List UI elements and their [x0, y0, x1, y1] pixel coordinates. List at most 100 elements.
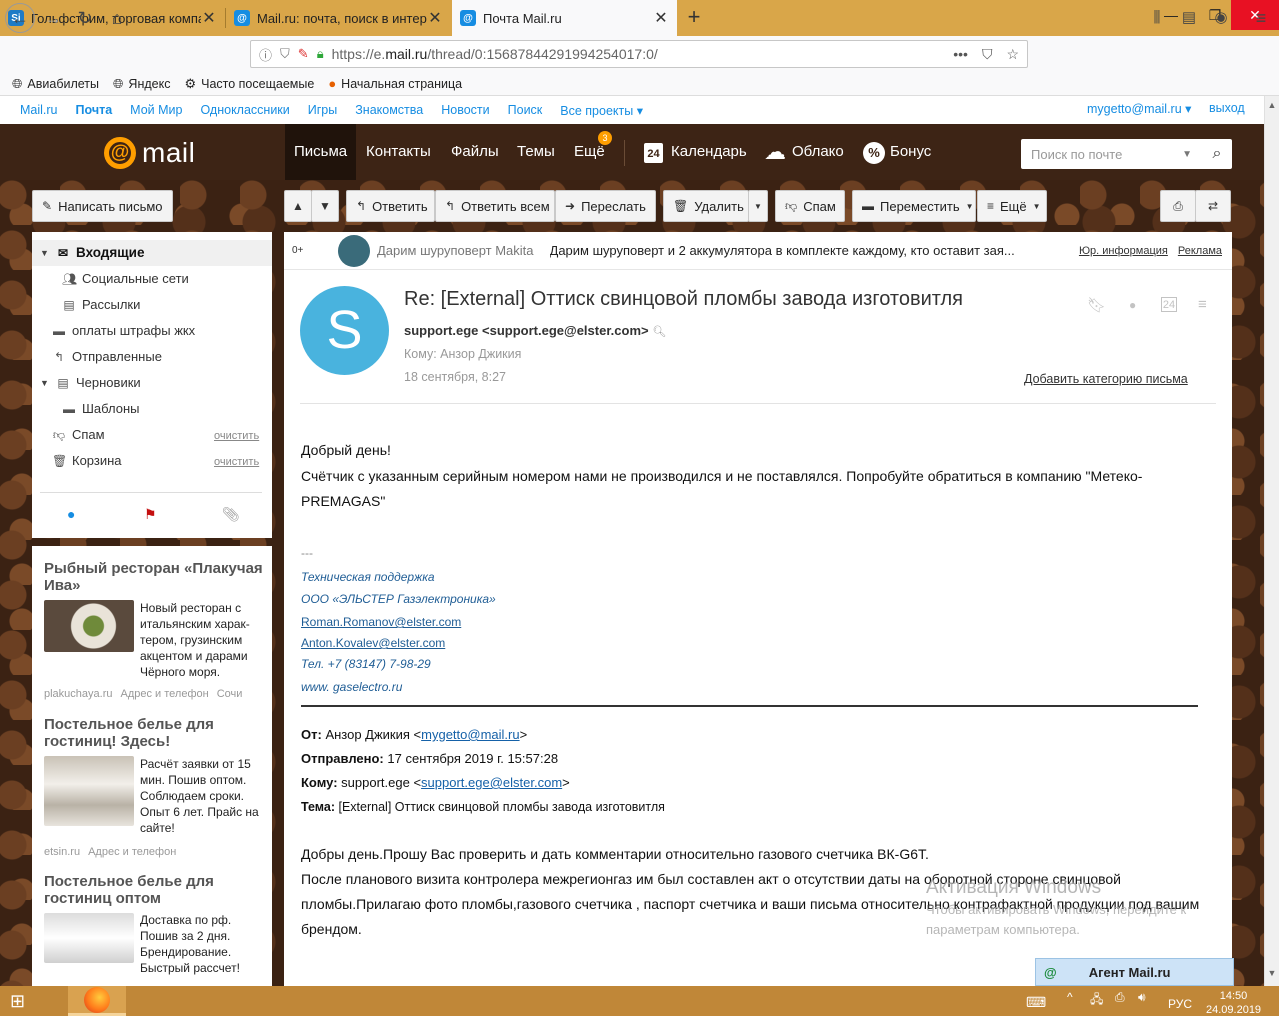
ad-title[interactable]: Постельное белье для гостиниц! Здесь! — [44, 716, 264, 750]
delete-dropdown[interactable]: ▼ — [748, 190, 768, 222]
folder-templates[interactable]: ▬ Шаблоны — [62, 396, 140, 422]
flag-bookmark-icon[interactable]: 🔖︎ — [1087, 296, 1106, 314]
mail-logo[interactable]: @ mail — [104, 135, 195, 171]
page-scrollbar[interactable]: ▲ ▼ — [1264, 96, 1279, 986]
bookmark-aviabilety[interactable]: 🌐︎ Авиабилеты — [12, 76, 99, 92]
message-menu-icon[interactable]: ≡ — [1198, 296, 1207, 313]
account-menu[interactable]: mygetto@mail.ru ▾ — [1087, 101, 1191, 116]
move-button[interactable]: ▬ Переместить ▼ — [852, 190, 976, 222]
forward-arrow-icon[interactable]: → — [38, 4, 68, 32]
reload-icon[interactable]: ↻ — [70, 4, 100, 32]
tracking-shield-icon[interactable]: ⛉ — [280, 46, 290, 62]
browser-tab-mail-active[interactable]: @ Почта Mail.ru ✕ — [452, 0, 677, 36]
ad-image-linen[interactable] — [44, 756, 134, 826]
taskbar-firefox-button[interactable] — [68, 986, 126, 1016]
portal-link-poisk[interactable]: Поиск — [508, 103, 543, 117]
calendar-event-icon[interactable]: 24 — [1161, 297, 1177, 312]
header-nav-files[interactable]: Файлы — [442, 124, 508, 180]
portal-link-moi-mir[interactable]: Мой Мир — [130, 103, 182, 117]
tray-expand-icon[interactable]: ^ — [1067, 990, 1073, 1004]
delete-button[interactable]: 🗑︎ Удалить — [663, 190, 749, 222]
bookmark-most-visited[interactable]: ⚙ Часто посещаемые — [184, 76, 314, 92]
magnifier-icon[interactable]: 🔍︎ — [652, 326, 666, 338]
message-from[interactable]: support.ege <support.ege@elster.com> 🔍︎ — [404, 323, 666, 338]
clear-spam-link[interactable]: очистить — [214, 430, 259, 442]
read-status-dot-icon[interactable]: ● — [1129, 298, 1136, 312]
ad-text[interactable]: Доставка по рф. Пошив за 2 дня. Брендиро… — [140, 912, 266, 976]
close-icon[interactable]: ✕ — [201, 8, 217, 28]
close-icon[interactable]: ✕ — [653, 8, 669, 28]
attachment-filter-paperclip-icon[interactable]: 📎︎ — [222, 506, 240, 523]
compose-button[interactable]: ✎ Написать письмо — [32, 190, 173, 222]
close-icon[interactable]: ✕ — [427, 8, 443, 28]
info-icon[interactable]: ⓘ — [259, 45, 272, 64]
sidebar-toggle-icon[interactable]: ▤ — [1174, 4, 1204, 32]
portal-link-pochta[interactable]: Почта — [76, 103, 113, 117]
folder-sent[interactable]: ↰ Отправленные — [52, 344, 162, 370]
promo-subject[interactable]: Дарим шуруповерт и 2 аккумулятора в комп… — [550, 243, 1020, 258]
header-nav-cloud[interactable]: Облако — [783, 124, 853, 180]
reply-all-button[interactable]: ↰ Ответить всем — [435, 190, 555, 222]
address-bar[interactable]: ⓘ ⛉ ✎ 🔒︎ https://e.mail.ru/thread/0:1568… — [250, 40, 1028, 68]
keyboard-icon[interactable]: ⌨ — [1026, 994, 1046, 1011]
clear-trash-link[interactable]: очистить — [214, 456, 259, 468]
mail-search-input[interactable]: Поиск по почте ▼ ⌕ — [1021, 139, 1232, 169]
printer-tray-icon[interactable]: ⎙ — [1115, 990, 1125, 1005]
promo-sender[interactable]: Дарим шуруповерт Makita — [377, 243, 534, 258]
new-tab-button[interactable]: + — [680, 4, 708, 32]
more-actions-button[interactable]: ≡ Ещё ▼ — [977, 190, 1047, 222]
header-nav-letters[interactable]: Письма — [285, 124, 357, 180]
header-nav-calendar[interactable]: Календарь — [662, 124, 756, 180]
taskbar-clock[interactable]: 14:50 24.09.2019 — [1206, 989, 1261, 1016]
folder-inbox[interactable]: ▼ ✉ Входящие — [40, 240, 144, 266]
search-icon[interactable]: ⌕ — [1202, 145, 1232, 163]
ad-label-link[interactable]: Реклама — [1178, 245, 1222, 257]
portal-link-mailru[interactable]: Mail.ru — [20, 103, 58, 117]
bookmark-start-page[interactable]: ● Начальная страница — [328, 76, 462, 91]
ad-image-bedding[interactable] — [44, 913, 134, 963]
next-message-button[interactable]: ▼ — [311, 190, 339, 222]
account-icon[interactable]: ◉ — [1206, 4, 1236, 32]
mail-agent-button[interactable]: @ Агент Mail.ru — [1035, 958, 1234, 986]
url-text[interactable]: https://e.mail.ru/thread/0:1568784429199… — [332, 46, 658, 62]
ad-image-dish[interactable] — [44, 600, 134, 652]
collapse-arrow-icon[interactable]: ▼ — [40, 240, 50, 266]
signature-email-link[interactable]: Anton.Kovalev@elster.com — [301, 636, 445, 650]
print-button[interactable]: ⎙ — [1160, 190, 1196, 222]
folder-newsletters[interactable]: ▤ Рассылки — [62, 292, 140, 318]
promo-strip[interactable]: 0+ Дарим шуруповерт Makita Дарим шурупов… — [284, 232, 1232, 270]
add-category-link[interactable]: Добавить категорию письма — [1024, 372, 1188, 386]
quoted-to-email-link[interactable]: support.ege@elster.com — [421, 775, 562, 790]
library-icon[interactable]: ⫼ — [1142, 4, 1172, 32]
folder-trash[interactable]: 🗑︎ Корзина — [52, 448, 122, 474]
ad-text[interactable]: Расчёт заявки от 15 мин. Пошив оптом. Со… — [140, 756, 266, 836]
folder-fines[interactable]: ▬ оплаты штрафы жкх — [52, 318, 195, 344]
forward-button[interactable]: ➜ Переслать — [555, 190, 656, 222]
legal-info-link[interactable]: Юр. информация — [1079, 245, 1168, 257]
logout-link[interactable]: выход — [1209, 101, 1245, 115]
folder-drafts[interactable]: ▼ ▤ Черновики — [40, 370, 141, 396]
unread-filter-dot-icon[interactable]: ● — [67, 506, 75, 522]
ad-text[interactable]: Новый ресторан с итальянским харак-тером… — [140, 600, 266, 680]
collapse-arrow-icon[interactable]: ▼ — [40, 370, 50, 396]
spam-button[interactable]: 👎︎ Спам — [775, 190, 845, 222]
network-icon[interactable]: 🖧︎ — [1090, 990, 1103, 1011]
page-actions-icon[interactable]: ••• — [953, 46, 968, 63]
windows-start-icon[interactable]: ⊞ — [10, 990, 36, 1012]
header-nav-contacts[interactable]: Контакты — [357, 124, 440, 180]
pocket-icon[interactable]: ⛉ — [982, 46, 993, 63]
folder-social[interactable]: 👥︎ Социальные сети — [62, 266, 189, 292]
quoted-from-email-link[interactable]: mygetto@mail.ru — [421, 727, 519, 742]
portal-link-znakomstva[interactable]: Знакомства — [355, 103, 423, 117]
menu-icon[interactable]: ≡ — [1246, 4, 1276, 32]
portal-link-novosti[interactable]: Новости — [441, 103, 489, 117]
ad-title[interactable]: Постельное белье для гостиниц оптом — [44, 873, 264, 907]
chevron-down-icon[interactable]: ▼ — [1182, 149, 1192, 160]
folder-spam[interactable]: 👎︎ Спам — [52, 422, 105, 448]
scroll-down-arrow-icon[interactable]: ▼ — [1265, 968, 1279, 978]
layout-toggle-button[interactable]: ⇄ — [1195, 190, 1231, 222]
flagged-filter-bookmark-icon[interactable]: ⚑ — [144, 506, 157, 523]
ad-title[interactable]: Рыбный ресторан «Плакучая Ива» — [44, 560, 264, 594]
portal-link-odnoklassniki[interactable]: Одноклассники — [200, 103, 289, 117]
portal-link-igry[interactable]: Игры — [308, 103, 337, 117]
